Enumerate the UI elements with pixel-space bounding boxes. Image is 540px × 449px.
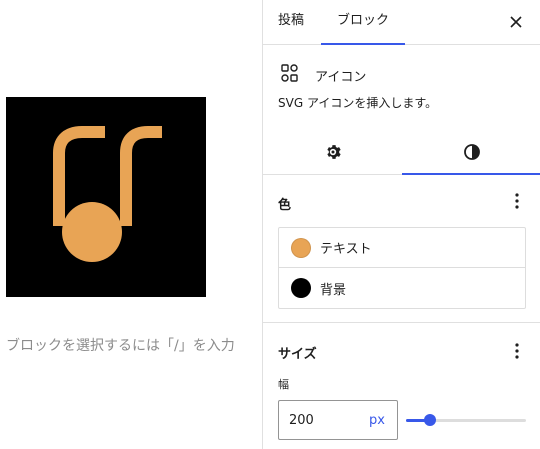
contrast-icon — [463, 143, 480, 160]
color-panel: 色 テキスト 背景 — [263, 175, 540, 323]
more-options-icon[interactable] — [505, 339, 529, 363]
editor-canvas: ブロックを選択するには「/」を入力 — [0, 0, 262, 449]
width-label: 幅 — [278, 378, 289, 391]
width-slider[interactable] — [406, 410, 526, 430]
icon-block[interactable] — [6, 97, 206, 297]
color-list: テキスト 背景 — [278, 227, 526, 309]
tab-block[interactable]: ブロック — [321, 0, 405, 45]
grid-shapes-icon — [281, 64, 299, 86]
block-subtabs — [263, 130, 540, 175]
color-panel-title: 色 — [278, 198, 292, 213]
color-item-text[interactable]: テキスト — [279, 228, 525, 268]
color-item-background[interactable]: 背景 — [279, 268, 525, 308]
size-panel: サイズ 幅 200 px — [263, 323, 540, 449]
more-options-icon[interactable] — [505, 189, 529, 213]
block-description: SVG アイコンを挿入します。 — [278, 96, 438, 110]
block-title: アイコン — [315, 70, 367, 85]
color-item-label: テキスト — [320, 242, 372, 257]
width-unit-select[interactable]: px — [369, 413, 385, 428]
width-value: 200 — [289, 412, 314, 428]
color-item-label: 背景 — [320, 282, 347, 298]
music-note-icon — [53, 126, 162, 262]
gear-icon — [326, 145, 341, 159]
background-color-swatch — [291, 278, 311, 298]
tab-settings[interactable] — [263, 130, 402, 175]
close-icon[interactable] — [506, 12, 526, 32]
size-panel-title: サイズ — [278, 347, 317, 362]
block-placeholder[interactable]: ブロックを選択するには「/」を入力 — [6, 335, 235, 355]
settings-sidebar: 投稿 ブロック アイコン SVG アイコンを挿入します。 色 テキスト 背景 サ… — [262, 0, 540, 449]
text-color-swatch — [291, 237, 311, 258]
slider-thumb[interactable] — [424, 414, 436, 426]
tab-styles[interactable] — [402, 130, 540, 175]
width-field[interactable]: 200 px — [278, 400, 398, 440]
sidebar-tabs: 投稿 ブロック — [263, 0, 540, 45]
